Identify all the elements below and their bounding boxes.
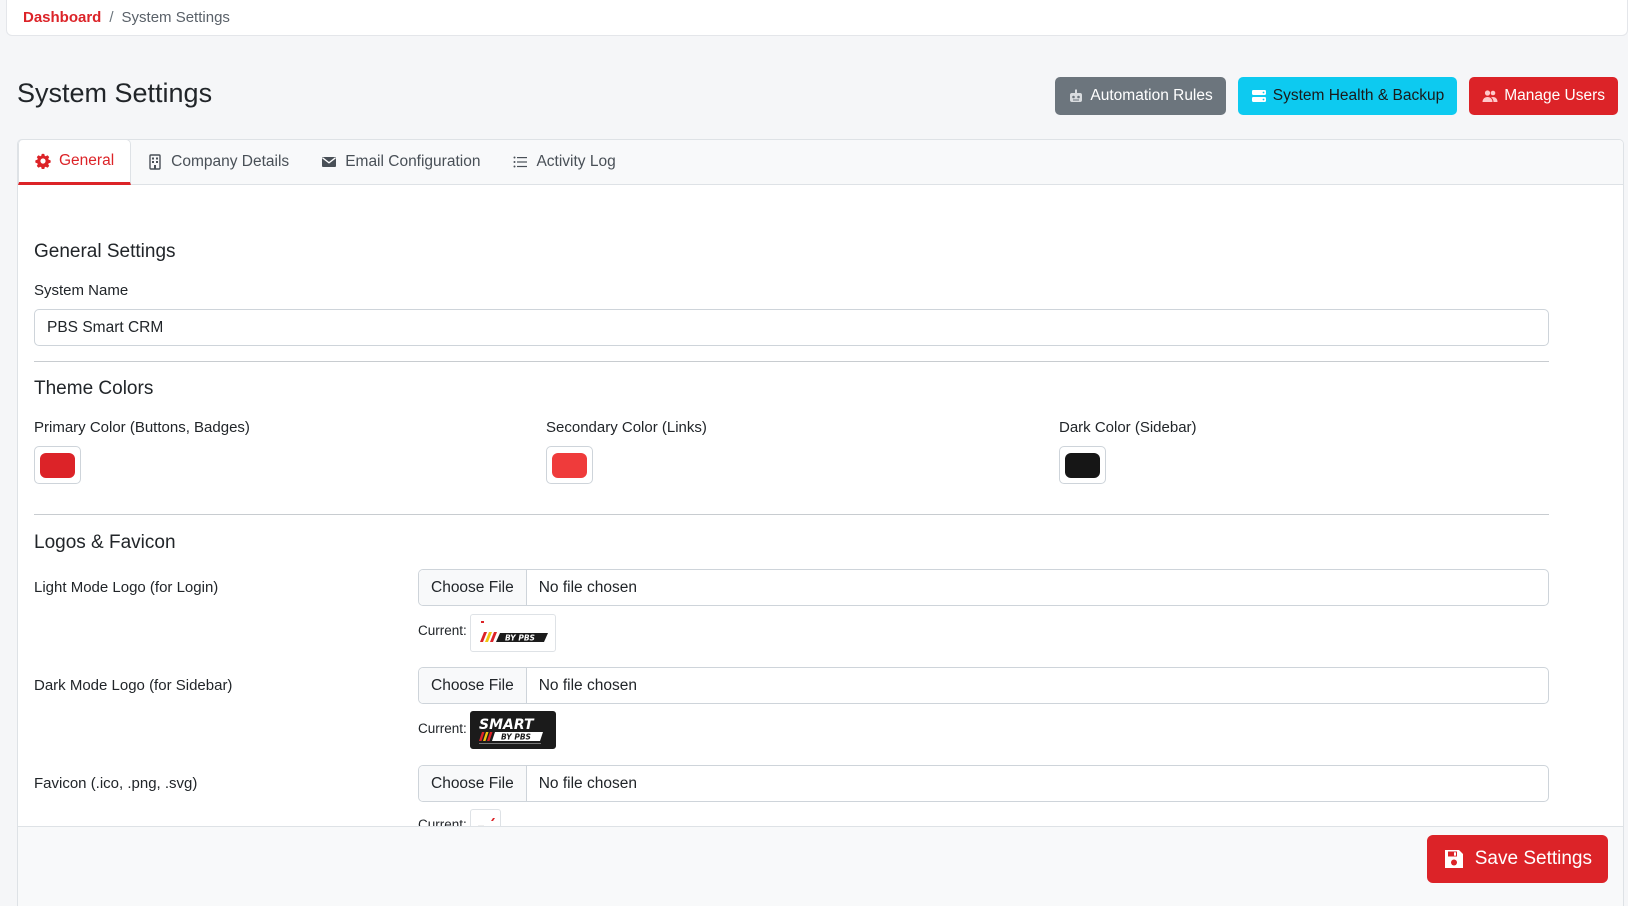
tab-general[interactable]: General bbox=[18, 140, 132, 185]
favicon-file-input[interactable]: Choose File No file chosen bbox=[418, 765, 1549, 802]
choose-file-button[interactable]: Choose File bbox=[419, 766, 527, 801]
tab-email-configuration-label: Email Configuration bbox=[345, 152, 481, 170]
light-logo-preview: BY PBS bbox=[470, 614, 556, 652]
settings-tabs: General Company Details Email Configurat… bbox=[18, 140, 1623, 185]
secondary-color-label: Secondary Color (Links) bbox=[546, 419, 707, 436]
light-logo-label: Light Mode Logo (for Login) bbox=[34, 579, 219, 596]
dark-logo-file-input[interactable]: Choose File No file chosen bbox=[418, 667, 1549, 704]
tab-company-details-label: Company Details bbox=[171, 152, 290, 170]
svg-text:BY PBS: BY PBS bbox=[505, 634, 535, 643]
dark-color-picker[interactable] bbox=[1059, 446, 1106, 484]
svg-text:SMART: SMART bbox=[479, 717, 535, 733]
current-label: Current: bbox=[418, 721, 467, 736]
breadcrumb-separator: / bbox=[109, 9, 114, 26]
logo-image: SMART BY PBS bbox=[479, 717, 543, 744]
header-actions: Automation Rules System Health & Backup … bbox=[1055, 77, 1618, 115]
primary-color-picker[interactable] bbox=[34, 446, 81, 484]
floppy-disk-icon bbox=[1444, 850, 1463, 868]
breadcrumb-dashboard-link[interactable]: Dashboard bbox=[23, 9, 101, 26]
svg-text:BY PBS: BY PBS bbox=[501, 733, 531, 742]
system-health-label: System Health & Backup bbox=[1272, 87, 1445, 104]
tab-general-label: General bbox=[59, 152, 115, 169]
logo-image: BY PBS bbox=[480, 621, 548, 643]
primary-color-swatch bbox=[40, 452, 75, 478]
primary-color-label: Primary Color (Buttons, Badges) bbox=[34, 419, 250, 436]
secondary-color-swatch bbox=[552, 452, 587, 478]
choose-file-button[interactable]: Choose File bbox=[419, 668, 527, 703]
breadcrumb-current: System Settings bbox=[121, 9, 230, 26]
system-name-label: System Name bbox=[34, 282, 129, 299]
tab-activity-log[interactable]: Activity Log bbox=[496, 140, 631, 184]
system-health-button[interactable]: System Health & Backup bbox=[1237, 77, 1458, 115]
favicon-label: Favicon (.ico, .png, .svg) bbox=[34, 775, 198, 792]
current-label: Current: bbox=[418, 623, 467, 638]
tab-email-configuration[interactable]: Email Configuration bbox=[305, 140, 496, 184]
automation-rules-label: Automation Rules bbox=[1090, 87, 1213, 104]
card-footer: Save Settings bbox=[18, 826, 1623, 906]
general-settings-title: General Settings bbox=[34, 241, 176, 262]
tab-activity-log-label: Activity Log bbox=[536, 152, 616, 170]
users-icon bbox=[1482, 90, 1498, 102]
theme-colors-title: Theme Colors bbox=[34, 378, 154, 399]
save-settings-button[interactable]: Save Settings bbox=[1426, 835, 1608, 883]
logos-favicon-title: Logos & Favicon bbox=[34, 532, 176, 553]
tab-company-details[interactable]: Company Details bbox=[131, 140, 305, 184]
breadcrumb: Dashboard / System Settings bbox=[6, 0, 1628, 36]
dark-logo-label: Dark Mode Logo (for Sidebar) bbox=[34, 677, 233, 694]
light-logo-file-input[interactable]: Choose File No file chosen bbox=[418, 569, 1549, 606]
gear-icon bbox=[35, 153, 51, 169]
list-icon bbox=[513, 156, 528, 167]
file-status-text: No file chosen bbox=[538, 578, 637, 596]
building-icon bbox=[149, 153, 161, 170]
divider bbox=[34, 361, 1549, 362]
save-settings-label: Save Settings bbox=[1474, 848, 1592, 869]
dark-color-swatch bbox=[1065, 452, 1100, 478]
system-name-input[interactable]: PBS Smart CRM bbox=[34, 309, 1549, 346]
envelope-icon bbox=[322, 156, 337, 167]
manage-users-button[interactable]: Manage Users bbox=[1469, 77, 1618, 115]
dark-color-label: Dark Color (Sidebar) bbox=[1059, 419, 1197, 436]
manage-users-label: Manage Users bbox=[1504, 87, 1605, 104]
divider bbox=[34, 514, 1549, 515]
robot-icon bbox=[1070, 89, 1083, 102]
secondary-color-picker[interactable] bbox=[546, 446, 593, 484]
choose-file-button[interactable]: Choose File bbox=[419, 570, 527, 605]
server-icon bbox=[1251, 90, 1266, 102]
file-status-text: No file chosen bbox=[538, 774, 637, 792]
file-status-text: No file chosen bbox=[538, 676, 637, 694]
page-title: System Settings bbox=[17, 78, 213, 108]
automation-rules-button[interactable]: Automation Rules bbox=[1055, 77, 1226, 115]
settings-card: General Company Details Email Configurat… bbox=[17, 139, 1624, 906]
dark-logo-preview: SMART BY PBS bbox=[470, 711, 556, 749]
